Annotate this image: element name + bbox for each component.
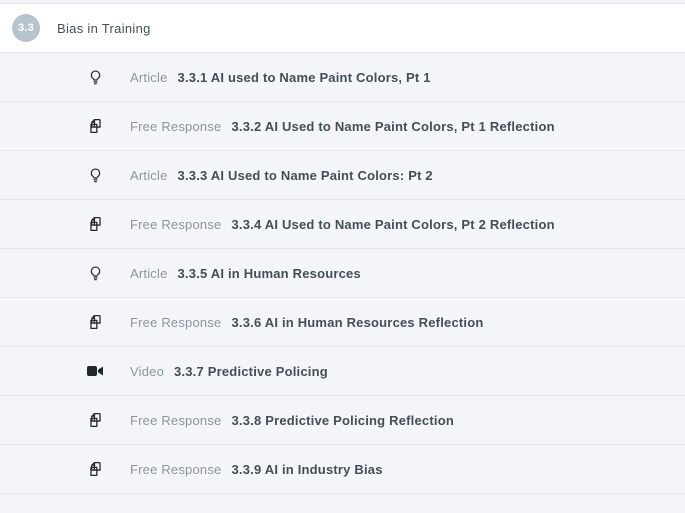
item-type-label: Article <box>130 168 168 183</box>
lightbulb-icon <box>86 266 104 281</box>
lesson-item-rows: Article 3.3.1 AI used to Name Paint Colo… <box>0 53 685 494</box>
item-title: 3.3.2 AI Used to Name Paint Colors, Pt 1… <box>231 119 554 134</box>
item-type-label: Free Response <box>130 413 221 428</box>
section-title: Bias in Training <box>57 21 151 36</box>
copy-icon <box>86 314 104 330</box>
item-type-label: Free Response <box>130 217 221 232</box>
lightbulb-icon <box>86 168 104 183</box>
lesson-item-row[interactable]: Free Response 3.3.2 AI Used to Name Pain… <box>0 102 685 151</box>
section-header[interactable]: 3.3 Bias in Training <box>0 4 685 53</box>
video-camera-icon <box>86 365 104 377</box>
copy-icon <box>86 461 104 477</box>
item-title: 3.3.4 AI Used to Name Paint Colors, Pt 2… <box>231 217 554 232</box>
lesson-item-row[interactable]: Video 3.3.7 Predictive Policing <box>0 347 685 396</box>
copy-icon <box>86 118 104 134</box>
item-type-label: Free Response <box>130 315 221 330</box>
next-row-edge <box>0 494 685 502</box>
item-type-label: Video <box>130 364 164 379</box>
section-number-badge: 3.3 <box>12 14 40 42</box>
copy-icon <box>86 216 104 232</box>
item-title: 3.3.3 AI Used to Name Paint Colors: Pt 2 <box>178 168 433 183</box>
item-type-label: Article <box>130 70 168 85</box>
lesson-item-row[interactable]: Free Response 3.3.9 AI in Industry Bias <box>0 445 685 494</box>
lightbulb-icon <box>86 70 104 85</box>
lesson-item-row[interactable]: Free Response 3.3.6 AI in Human Resource… <box>0 298 685 347</box>
item-title: 3.3.6 AI in Human Resources Reflection <box>231 315 483 330</box>
copy-icon <box>86 412 104 428</box>
curriculum-section-list: 3.3 Bias in Training Article 3.3.1 AI us… <box>0 0 685 513</box>
lesson-item-row[interactable]: Article 3.3.1 AI used to Name Paint Colo… <box>0 53 685 102</box>
lesson-item-row[interactable]: Free Response 3.3.4 AI Used to Name Pain… <box>0 200 685 249</box>
item-title: 3.3.7 Predictive Policing <box>174 364 328 379</box>
item-title: 3.3.1 AI used to Name Paint Colors, Pt 1 <box>178 70 431 85</box>
item-title: 3.3.9 AI in Industry Bias <box>231 462 382 477</box>
lesson-item-row[interactable]: Free Response 3.3.8 Predictive Policing … <box>0 396 685 445</box>
lesson-item-row[interactable]: Article 3.3.3 AI Used to Name Paint Colo… <box>0 151 685 200</box>
item-title: 3.3.8 Predictive Policing Reflection <box>231 413 454 428</box>
item-type-label: Article <box>130 266 168 281</box>
item-type-label: Free Response <box>130 119 221 134</box>
item-title: 3.3.5 AI in Human Resources <box>178 266 361 281</box>
item-type-label: Free Response <box>130 462 221 477</box>
lesson-item-row[interactable]: Article 3.3.5 AI in Human Resources <box>0 249 685 298</box>
